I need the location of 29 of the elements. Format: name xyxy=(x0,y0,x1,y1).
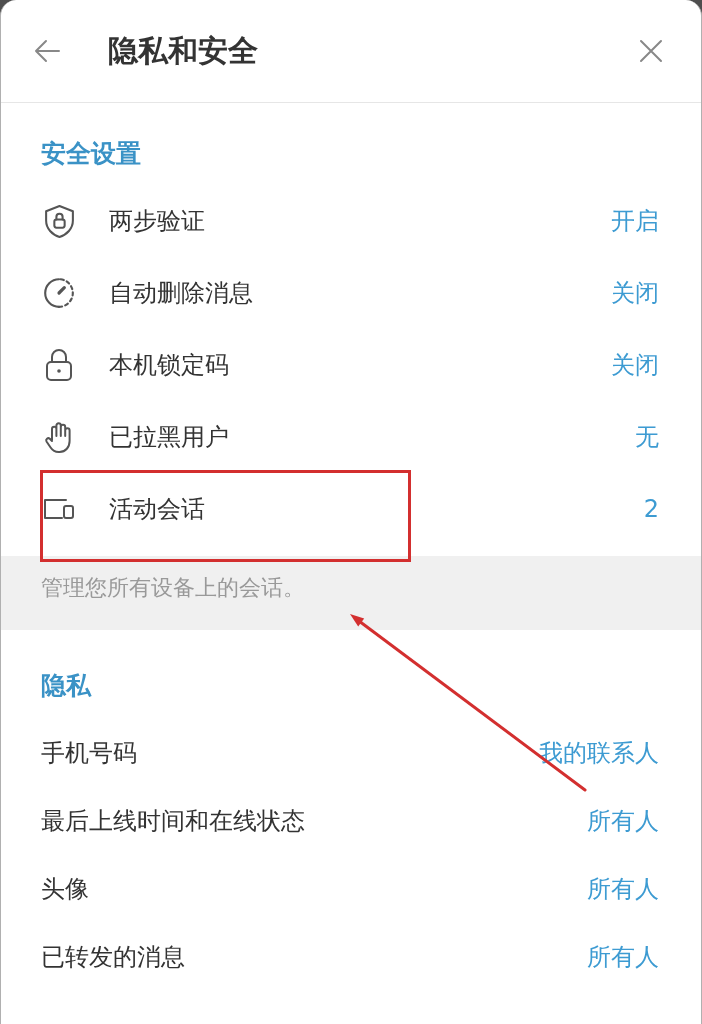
setting-value: 所有人 xyxy=(587,942,659,972)
close-icon[interactable] xyxy=(639,39,663,63)
setting-label[interactable]: 自动删除消息 xyxy=(109,278,253,308)
setting-value: 所有人 xyxy=(587,874,659,904)
setting-value: 关闭 xyxy=(611,278,659,308)
setting-value: 2 xyxy=(643,494,659,524)
shield-lock-icon xyxy=(43,203,75,239)
setting-label[interactable]: 已转发的消息 xyxy=(41,942,185,972)
window-title: 隐私和安全 xyxy=(108,33,258,68)
devices-icon xyxy=(42,497,76,521)
section-heading: 安全设置 xyxy=(41,139,141,169)
setting-value: 关闭 xyxy=(611,350,659,380)
section-heading: 隐私 xyxy=(41,671,91,701)
timer-icon xyxy=(42,276,76,310)
setting-label[interactable]: 活动会话 xyxy=(109,494,205,524)
setting-value: 我的联系人 xyxy=(539,738,659,768)
setting-label[interactable]: 已拉黑用户 xyxy=(109,422,229,452)
setting-value: 所有人 xyxy=(587,806,659,836)
setting-label[interactable]: 最后上线时间和在线状态 xyxy=(41,806,305,836)
setting-value: 无 xyxy=(635,422,659,452)
padlock-icon xyxy=(45,348,73,382)
setting-value: 开启 xyxy=(611,206,659,236)
setting-label[interactable]: 两步验证 xyxy=(109,206,205,236)
hint-text: 管理您所有设备上的会话。 xyxy=(1,556,701,630)
back-icon[interactable] xyxy=(33,39,61,63)
setting-label[interactable]: 手机号码 xyxy=(41,738,137,768)
setting-label[interactable]: 头像 xyxy=(41,874,89,904)
hand-icon xyxy=(44,420,74,454)
setting-label[interactable]: 本机锁定码 xyxy=(109,350,229,380)
